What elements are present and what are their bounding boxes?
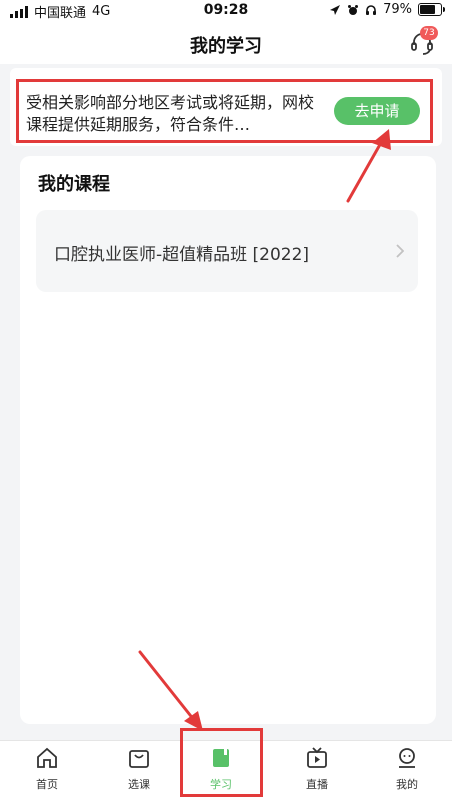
home-icon <box>37 747 57 768</box>
profile-icon <box>399 748 415 768</box>
battery-icon <box>418 3 445 16</box>
status-bar: 中国联通 4G 09:28 79% <box>0 0 452 22</box>
nav-profile[interactable]: 我的 <box>372 742 442 794</box>
battery-percent: 79% <box>383 2 412 17</box>
nav-profile-label: 我的 <box>396 778 418 791</box>
my-courses-title: 我的课程 <box>38 174 110 195</box>
notice-highlight-box <box>16 79 433 143</box>
alarm-icon <box>348 4 359 15</box>
nav-live[interactable]: 直播 <box>282 742 352 794</box>
bag-icon <box>129 750 149 768</box>
header: 我的学习 73 <box>0 22 452 64</box>
nav-home[interactable]: 首页 <box>12 742 82 794</box>
nav-courses[interactable]: 选课 <box>104 742 174 794</box>
nav-home-label: 首页 <box>36 778 58 791</box>
nav-highlight-box <box>180 728 263 797</box>
tv-icon <box>307 747 327 768</box>
status-right: 79% <box>329 2 445 17</box>
headphones-icon <box>366 4 377 15</box>
page-title: 我的学习 <box>190 36 262 57</box>
notification-badge: 73 <box>420 26 438 40</box>
nav-courses-label: 选课 <box>128 778 150 791</box>
location-icon <box>330 4 341 15</box>
nav-live-label: 直播 <box>306 778 328 791</box>
chevron-right-icon <box>396 244 404 258</box>
course-name: 口腔执业医师-超值精品班 [2022] <box>54 245 310 265</box>
